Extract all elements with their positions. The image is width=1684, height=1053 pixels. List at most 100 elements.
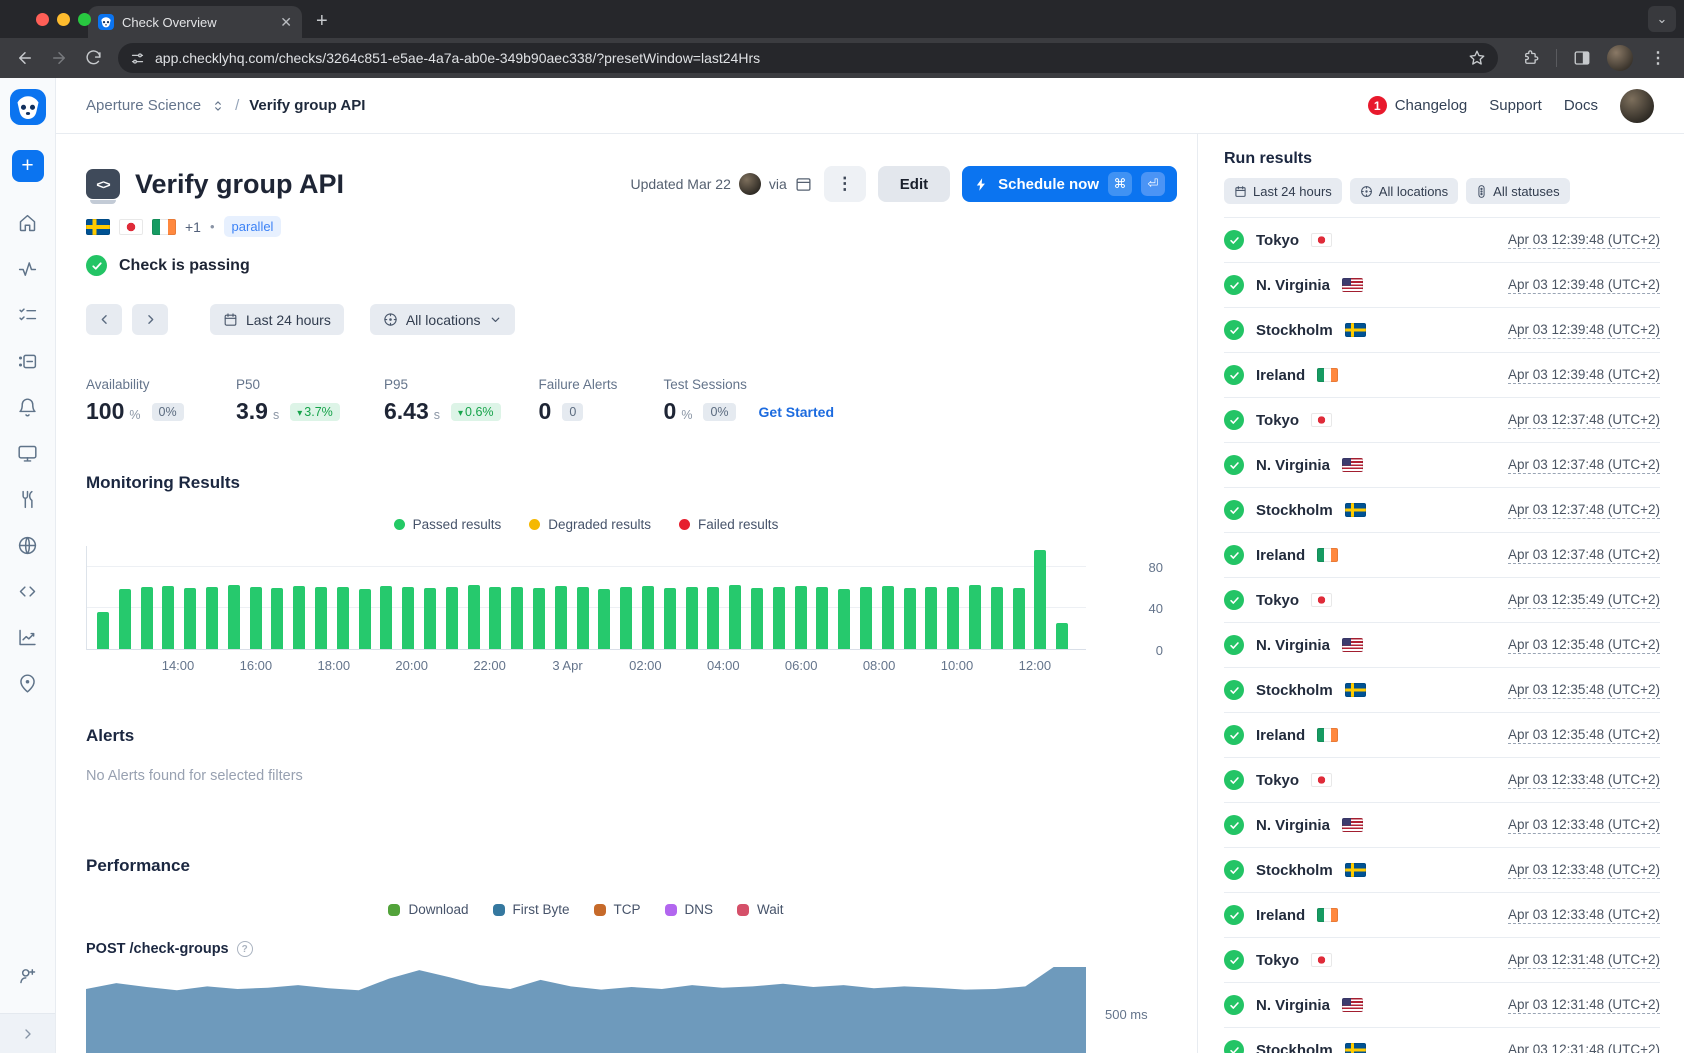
- schedule-now-button[interactable]: Schedule now ⌘ ⏎: [962, 166, 1177, 202]
- locations-pin-icon[interactable]: [17, 672, 39, 694]
- legend-item[interactable]: Degraded results: [529, 517, 651, 532]
- account-switcher-icon[interactable]: [211, 99, 225, 113]
- alerts-bell-icon[interactable]: [17, 396, 39, 418]
- passed-result-bar: [184, 588, 196, 649]
- globe-icon[interactable]: [17, 534, 39, 556]
- run-result-row[interactable]: TokyoApr 03 12:37:48 (UTC+2): [1224, 398, 1660, 443]
- edit-button[interactable]: Edit: [878, 166, 950, 202]
- run-result-row[interactable]: TokyoApr 03 12:33:48 (UTC+2): [1224, 758, 1660, 803]
- extensions-icon[interactable]: [1516, 43, 1546, 73]
- zoom-window-button[interactable]: [78, 13, 91, 26]
- run-timestamp-link[interactable]: Apr 03 12:35:48 (UTC+2): [1508, 637, 1660, 654]
- stat-p50: P503.9s▾3.7%: [236, 377, 344, 425]
- run-result-row[interactable]: N. VirginiaApr 03 12:35:48 (UTC+2): [1224, 623, 1660, 668]
- run-result-row[interactable]: StockholmApr 03 12:35:48 (UTC+2): [1224, 668, 1660, 713]
- home-icon[interactable]: [17, 212, 39, 234]
- next-window-button[interactable]: [132, 304, 168, 335]
- run-timestamp-link[interactable]: Apr 03 12:35:49 (UTC+2): [1508, 592, 1660, 609]
- run-timestamp-link[interactable]: Apr 03 12:37:48 (UTC+2): [1508, 412, 1660, 429]
- run-result-row[interactable]: TokyoApr 03 12:35:49 (UTC+2): [1224, 578, 1660, 623]
- minimize-window-button[interactable]: [57, 13, 70, 26]
- docs-link[interactable]: Docs: [1564, 97, 1598, 114]
- back-button[interactable]: [10, 43, 40, 73]
- help-icon[interactable]: ?: [237, 941, 253, 957]
- side-panel-icon[interactable]: [1567, 43, 1597, 73]
- forward-button[interactable]: [44, 43, 74, 73]
- maintenance-icon[interactable]: [17, 488, 39, 510]
- browser-menu-icon[interactable]: ⋮: [1643, 43, 1673, 73]
- run-result-row[interactable]: N. VirginiaApr 03 12:33:48 (UTC+2): [1224, 803, 1660, 848]
- run-timestamp-link[interactable]: Apr 03 12:39:48 (UTC+2): [1508, 277, 1660, 294]
- run-timestamp-link[interactable]: Apr 03 12:37:48 (UTC+2): [1508, 457, 1660, 474]
- run-timestamp-link[interactable]: Apr 03 12:35:48 (UTC+2): [1508, 727, 1660, 744]
- invite-user-icon[interactable]: [17, 965, 38, 991]
- more-actions-button[interactable]: ⋮: [824, 166, 866, 202]
- run-result-row[interactable]: N. VirginiaApr 03 12:39:48 (UTC+2): [1224, 263, 1660, 308]
- run-result-row[interactable]: StockholmApr 03 12:37:48 (UTC+2): [1224, 488, 1660, 533]
- run-timestamp-link[interactable]: Apr 03 12:39:48 (UTC+2): [1508, 322, 1660, 339]
- run-timestamp-link[interactable]: Apr 03 12:31:48 (UTC+2): [1508, 952, 1660, 969]
- site-settings-icon[interactable]: [130, 51, 145, 66]
- legend-item[interactable]: First Byte: [493, 902, 570, 917]
- run-result-row[interactable]: StockholmApr 03 12:33:48 (UTC+2): [1224, 848, 1660, 893]
- time-range-filter[interactable]: Last 24 hours: [210, 304, 344, 335]
- checks-list-icon[interactable]: [17, 304, 39, 326]
- run-timestamp-link[interactable]: Apr 03 12:31:48 (UTC+2): [1508, 1042, 1660, 1053]
- run-result-row[interactable]: N. VirginiaApr 03 12:31:48 (UTC+2): [1224, 983, 1660, 1028]
- get-started-link[interactable]: Get Started: [759, 404, 834, 420]
- run-timestamp-link[interactable]: Apr 03 12:39:48 (UTC+2): [1508, 232, 1660, 249]
- bookmark-star-icon[interactable]: [1468, 49, 1486, 67]
- address-bar[interactable]: app.checklyhq.com/checks/3264c851-e5ae-4…: [118, 43, 1498, 73]
- run-timestamp-link[interactable]: Apr 03 12:33:48 (UTC+2): [1508, 817, 1660, 834]
- code-icon[interactable]: [17, 580, 39, 602]
- changelog-link[interactable]: 1 Changelog: [1368, 96, 1468, 115]
- passed-result-bar: [250, 587, 262, 649]
- browser-tab[interactable]: Check Overview ✕: [88, 6, 302, 38]
- create-new-button[interactable]: +: [12, 150, 44, 182]
- run-filter-all-locations[interactable]: All locations: [1350, 178, 1458, 204]
- legend-item[interactable]: Failed results: [679, 517, 778, 532]
- dashboards-icon[interactable]: [17, 442, 39, 464]
- support-link[interactable]: Support: [1489, 97, 1542, 114]
- run-timestamp-link[interactable]: Apr 03 12:31:48 (UTC+2): [1508, 997, 1660, 1014]
- run-timestamp-link[interactable]: Apr 03 12:37:48 (UTC+2): [1508, 547, 1660, 564]
- legend-item[interactable]: Wait: [737, 902, 784, 917]
- account-switcher[interactable]: Aperture Science: [86, 97, 201, 114]
- run-result-row[interactable]: IrelandApr 03 12:37:48 (UTC+2): [1224, 533, 1660, 578]
- run-filter-last-24-hours[interactable]: Last 24 hours: [1224, 178, 1342, 204]
- run-timestamp-link[interactable]: Apr 03 12:37:48 (UTC+2): [1508, 502, 1660, 519]
- run-result-row[interactable]: StockholmApr 03 12:39:48 (UTC+2): [1224, 308, 1660, 353]
- checkly-favicon: [98, 14, 114, 30]
- browser-profile-avatar[interactable]: [1607, 45, 1633, 71]
- run-timestamp-link[interactable]: Apr 03 12:39:48 (UTC+2): [1508, 367, 1660, 384]
- checkly-logo[interactable]: [10, 89, 46, 125]
- run-timestamp-link[interactable]: Apr 03 12:33:48 (UTC+2): [1508, 907, 1660, 924]
- run-filter-all-statuses[interactable]: All statuses: [1466, 178, 1569, 204]
- legend-item[interactable]: TCP: [594, 902, 641, 917]
- close-window-button[interactable]: [36, 13, 49, 26]
- legend-item[interactable]: Passed results: [394, 517, 502, 532]
- analytics-icon[interactable]: [17, 626, 39, 648]
- run-result-row[interactable]: TokyoApr 03 12:31:48 (UTC+2): [1224, 938, 1660, 983]
- new-tab-button[interactable]: +: [316, 10, 328, 33]
- groups-icon[interactable]: [17, 350, 39, 372]
- run-result-row[interactable]: IrelandApr 03 12:39:48 (UTC+2): [1224, 353, 1660, 398]
- reload-button[interactable]: [78, 43, 108, 73]
- run-result-row[interactable]: IrelandApr 03 12:33:48 (UTC+2): [1224, 893, 1660, 938]
- run-timestamp-link[interactable]: Apr 03 12:33:48 (UTC+2): [1508, 862, 1660, 879]
- tab-search-button[interactable]: ⌄: [1648, 6, 1676, 32]
- locations-filter[interactable]: All locations: [370, 304, 515, 335]
- run-timestamp-link[interactable]: Apr 03 12:35:48 (UTC+2): [1508, 682, 1660, 699]
- tab-close-icon[interactable]: ✕: [280, 14, 292, 31]
- prev-window-button[interactable]: [86, 304, 122, 335]
- run-result-row[interactable]: N. VirginiaApr 03 12:37:48 (UTC+2): [1224, 443, 1660, 488]
- run-timestamp-link[interactable]: Apr 03 12:33:48 (UTC+2): [1508, 772, 1660, 789]
- legend-item[interactable]: Download: [388, 902, 468, 917]
- legend-item[interactable]: DNS: [665, 902, 714, 917]
- run-result-row[interactable]: TokyoApr 03 12:39:48 (UTC+2): [1224, 218, 1660, 263]
- run-result-row[interactable]: IrelandApr 03 12:35:48 (UTC+2): [1224, 713, 1660, 758]
- activity-icon[interactable]: [17, 258, 39, 280]
- run-result-row[interactable]: StockholmApr 03 12:31:48 (UTC+2): [1224, 1028, 1660, 1053]
- user-avatar[interactable]: [1620, 89, 1654, 123]
- sidebar-collapse-button[interactable]: [0, 1013, 55, 1053]
